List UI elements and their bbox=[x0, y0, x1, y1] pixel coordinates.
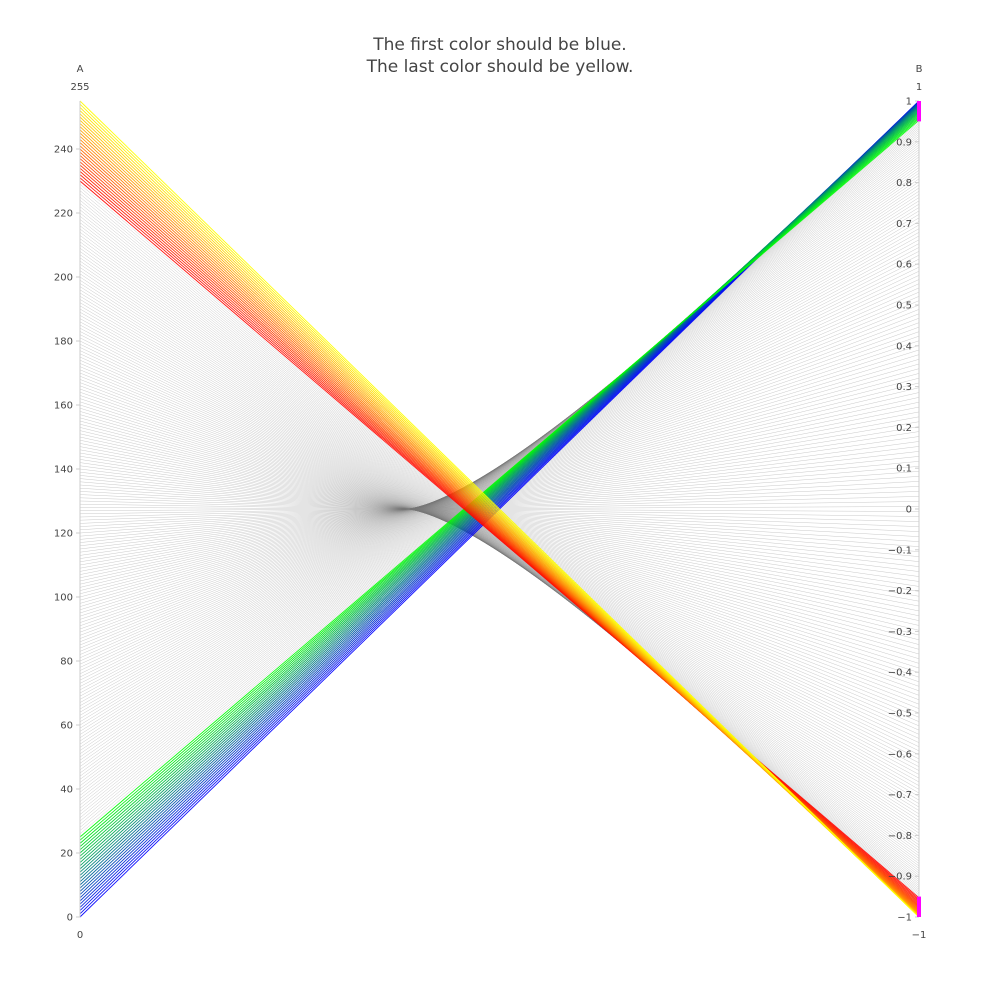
axis-b-tick-label: 0.2 bbox=[896, 423, 912, 434]
axis-b-tick-label: 0.3 bbox=[896, 382, 912, 393]
axis-b-tick-label: −0.1 bbox=[888, 545, 912, 556]
unselected-data-line bbox=[79, 251, 920, 687]
axis-b-tick-label: −1 bbox=[897, 913, 912, 924]
axis-a-tick-label: 200 bbox=[54, 273, 73, 284]
axis-a[interactable]: A 255 0 0 20 40 60 80 100 120 140 160 180 200 220 24… bbox=[54, 64, 90, 941]
axis-a-tick-label: 220 bbox=[54, 209, 73, 220]
axis-b-tick-label: −0.2 bbox=[888, 586, 912, 597]
axis-a-tick-label: 180 bbox=[54, 337, 73, 348]
unselected-data-line bbox=[79, 243, 920, 694]
chart-title: The first color should be blue. The last… bbox=[366, 35, 634, 77]
axis-b-tick-label: −0.9 bbox=[888, 872, 912, 883]
axis-b-min-label: −1 bbox=[912, 930, 927, 941]
axis-b-tick-label: −0.7 bbox=[888, 790, 912, 801]
unselected-data-line bbox=[79, 304, 920, 646]
axis-b-tick-label: 0.7 bbox=[896, 219, 912, 230]
axis-b-tick-label: 0 bbox=[906, 505, 912, 516]
axis-b-tick-label: 0.4 bbox=[896, 341, 912, 352]
axis-a-title: A bbox=[77, 64, 84, 75]
axis-a-tick-label: 120 bbox=[54, 529, 73, 540]
selected-data-line bbox=[79, 177, 920, 900]
unselected-data-line bbox=[79, 190, 920, 894]
axis-a-tick-label: 100 bbox=[54, 593, 73, 604]
unselected-data-line bbox=[79, 212, 920, 880]
axis-b-tick-label: 0.8 bbox=[896, 178, 912, 189]
axis-a-tick-label: 40 bbox=[60, 785, 73, 796]
axis-b-constraint-range[interactable] bbox=[917, 896, 921, 917]
unselected-data-line bbox=[79, 200, 920, 888]
unselected-data-line bbox=[79, 313, 920, 639]
axis-b-title: B bbox=[916, 64, 923, 75]
unselected-data-line bbox=[79, 270, 920, 671]
axis-b-tick-label: 0.5 bbox=[896, 301, 912, 312]
selected-lines bbox=[79, 100, 920, 918]
axis-b-tick-label: −0.5 bbox=[888, 709, 912, 720]
chart-title-line-2: The last color should be yellow. bbox=[366, 57, 634, 77]
axis-a-tick-label: 80 bbox=[60, 657, 73, 668]
axis-a-tick-label: 20 bbox=[60, 849, 73, 860]
axis-b-tick-label: 0.6 bbox=[896, 260, 912, 271]
axis-b-tick-label: 0.1 bbox=[896, 464, 912, 475]
axis-a-min-label: 0 bbox=[77, 930, 83, 941]
selected-data-line bbox=[79, 118, 920, 841]
axis-b-tick-label: 0.9 bbox=[896, 137, 912, 148]
parallel-coordinates-chart: The first color should be blue. The last… bbox=[54, 35, 927, 941]
axis-a-tick-label: 0 bbox=[67, 913, 73, 924]
axis-b-tick-label: 1 bbox=[906, 97, 912, 108]
axis-b-max-label: 1 bbox=[916, 82, 922, 93]
axis-a-max-label: 255 bbox=[70, 82, 89, 93]
axis-a-tick-label: 140 bbox=[54, 465, 73, 476]
axis-a-ticks: 0 20 40 60 80 100 120 140 160 180 200 220 240 bbox=[54, 145, 80, 924]
axis-a-tick-label: 160 bbox=[54, 401, 73, 412]
unselected-data-line bbox=[79, 296, 920, 652]
axis-b-tick-label: −0.6 bbox=[888, 749, 912, 760]
axis-b-tick-label: −0.4 bbox=[888, 668, 912, 679]
unselected-data-line bbox=[79, 279, 920, 665]
axis-b-constraint-range[interactable] bbox=[917, 101, 921, 122]
unselected-data-line bbox=[79, 196, 920, 890]
chart-title-line-1: The first color should be blue. bbox=[372, 35, 626, 55]
axis-b-tick-label: −0.3 bbox=[888, 627, 912, 638]
axis-a-tick-label: 60 bbox=[60, 721, 73, 732]
axis-a-tick-label: 240 bbox=[54, 145, 73, 156]
axis-b-tick-label: −0.8 bbox=[888, 831, 912, 842]
